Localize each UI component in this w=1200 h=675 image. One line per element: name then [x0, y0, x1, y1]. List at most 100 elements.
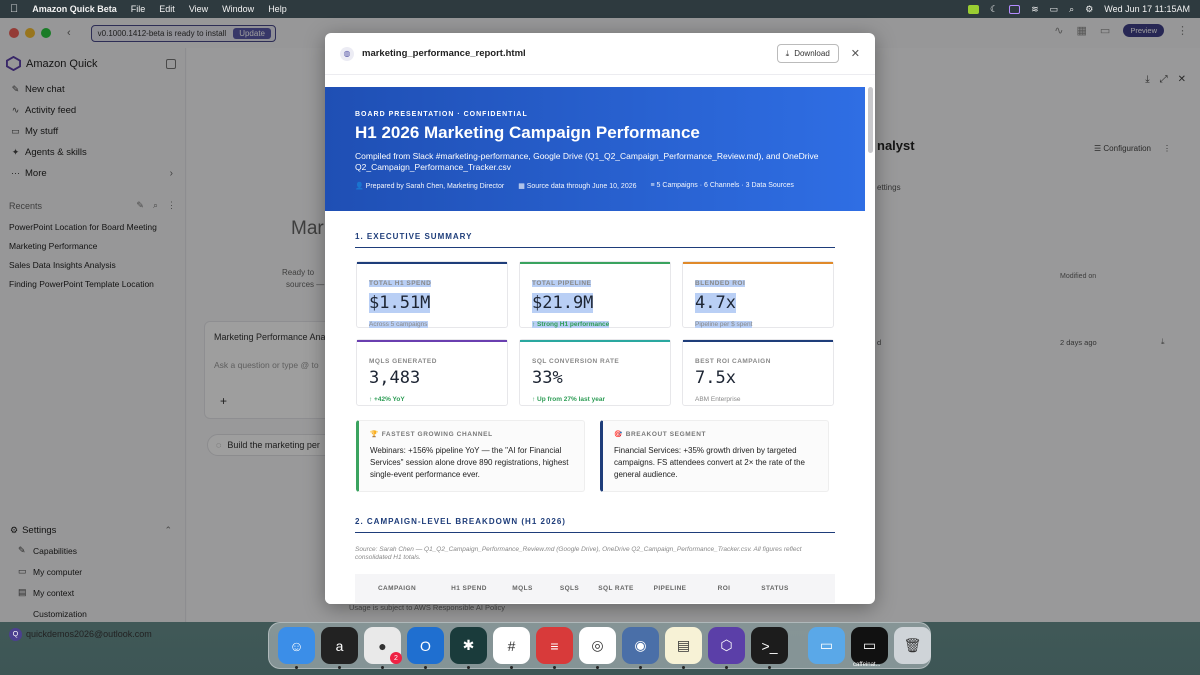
table-column-header[interactable]: STATUS: [747, 585, 803, 592]
dock-chrome-icon[interactable]: ● 2: [364, 627, 402, 669]
globe-icon: ◍: [340, 46, 354, 61]
meta-scope: ≡ 5 Campaigns · 6 Channels · 3 Data Sour…: [651, 182, 794, 190]
status-app-icon[interactable]: [968, 4, 979, 14]
download-label: Download: [794, 49, 830, 58]
insight-callout: 🏆 FASTEST GROWING CHANNEL Webinars: +156% …: [356, 420, 585, 492]
dock-chatgpt-icon[interactable]: ◎: [579, 627, 616, 669]
menu-file[interactable]: File: [131, 4, 146, 14]
table-column-header[interactable]: PIPELINE: [639, 585, 701, 592]
callout-title-text: FASTEST GROWING CHANNEL: [381, 431, 493, 438]
dock-trash-icon[interactable]: 🗑: [894, 627, 931, 664]
person-icon: 👤: [355, 183, 366, 190]
kpi-value: 3,483: [369, 368, 421, 388]
menu-view[interactable]: View: [189, 4, 208, 14]
kpi-subtext: ↑ Strong H1 performance: [532, 321, 610, 328]
dock-lasso-icon[interactable]: ≡: [536, 627, 573, 669]
apple-menu-icon[interactable]: : [10, 3, 18, 15]
menu-edit[interactable]: Edit: [159, 4, 175, 14]
table-column-header[interactable]: H1 SPEND: [439, 585, 499, 592]
table-column-header[interactable]: ROI: [701, 585, 747, 592]
running-indicator: [725, 666, 728, 669]
dock-outlook-icon[interactable]: O: [407, 627, 444, 669]
dock-glyph: #: [507, 637, 516, 654]
callout-emoji-icon: 🎯: [614, 431, 623, 438]
dock-amazon-icon[interactable]: a: [321, 627, 358, 669]
scrollbar[interactable]: [868, 87, 873, 153]
kpi-label: MQLS GENERATED: [369, 358, 437, 365]
menu-help[interactable]: Help: [268, 4, 287, 14]
account-email: quickdemos2026@outlook.com: [26, 629, 152, 639]
screen-mirror-icon[interactable]: [1009, 4, 1021, 14]
insight-callouts: 🏆 FASTEST GROWING CHANNEL Webinars: +156% …: [356, 420, 835, 492]
dock-glyph: ⬡: [720, 637, 733, 653]
report-meta: 👤 Prepared by Sarah Chen, Marketing Dire…: [355, 182, 835, 190]
section-title: 1. EXECUTIVE SUMMARY: [355, 232, 835, 248]
dock-notes-icon[interactable]: ▤: [665, 627, 702, 669]
dock-glyph: ▭: [862, 637, 877, 653]
kpi-accent-bar: [520, 262, 670, 264]
kpi-card: SQL CONVERSION RATE 33% ↑ Up from 27% last…: [519, 339, 671, 406]
dock-glyph: >_: [761, 637, 778, 654]
running-indicator: [381, 666, 384, 669]
dock-glyph: ≡: [550, 637, 559, 654]
dock-terminal-icon[interactable]: >_: [751, 627, 788, 669]
kpi-label: BLENDED ROI: [695, 280, 746, 287]
notification-badge: 2: [390, 652, 402, 664]
dock-slack-icon[interactable]: #: [493, 627, 530, 669]
callout-emoji-icon: 🏆: [370, 431, 379, 438]
clock[interactable]: Wed Jun 17 11:15AM: [1104, 4, 1190, 14]
dock-perplexity-icon[interactable]: ✱: [450, 627, 487, 669]
menu-window[interactable]: Window: [222, 4, 254, 14]
kpi-value: 33%: [532, 368, 563, 388]
kpi-grid: TOTAL H1 SPEND $1.51M Across 5 campaigns TO…: [356, 261, 835, 406]
search-icon[interactable]: ⌕: [1069, 4, 1074, 15]
table-column-header[interactable]: SQL RATE: [593, 585, 639, 593]
dock-glyph: 🗑: [903, 637, 922, 653]
kpi-accent-bar: [683, 262, 833, 264]
kpi-subtext: Across 5 campaigns: [369, 321, 428, 328]
dock-caffeinate-icon[interactable]: ▭ caffeinat...: [851, 627, 888, 668]
kpi-card: TOTAL H1 SPEND $1.51M Across 5 campaigns: [356, 261, 508, 328]
account-menu[interactable]: Qquickdemos2026@outlook.com: [0, 624, 186, 644]
dock-glyph: ●: [378, 637, 387, 654]
kpi-value: 7.5x: [695, 368, 736, 388]
calendar-icon: ▦: [518, 183, 527, 190]
menu-bar:  Amazon Quick Beta File Edit View Windo…: [0, 0, 1200, 18]
table-column-header[interactable]: MQLS: [499, 585, 546, 592]
kpi-subtext: Pipeline per $ spent: [695, 321, 753, 328]
dock-glyph: ▭: [819, 637, 834, 653]
report-preview[interactable]: BOARD PRESENTATION · CONFIDENTIAL H1 202…: [325, 87, 865, 604]
dock-glyph: O: [420, 637, 431, 654]
dock: ☺ a ● 2 O ✱ # ≡ ◎ ◉ ▤ ⬡ >_ ▭ ▭ caffeinat... 🗑: [268, 622, 931, 669]
kpi-card: BEST ROI CAMPAIGN 7.5x ABM Enterprise: [682, 339, 834, 406]
running-indicator: [338, 666, 341, 669]
callout-title-text: BREAKOUT SEGMENT: [625, 431, 707, 438]
kpi-accent-bar: [520, 340, 670, 342]
running-indicator: [553, 666, 556, 669]
modal-header: ◍ marketing_performance_report.html ⤓ Dow…: [325, 33, 875, 75]
wifi-icon[interactable]: ≋: [1031, 4, 1039, 15]
dock-glyph: ▤: [676, 637, 691, 653]
report-kicker: BOARD PRESENTATION · CONFIDENTIAL: [355, 111, 528, 118]
source-note: Source: Sarah Chen — Q1_Q2_Campaign_Perf…: [355, 546, 802, 561]
download-button[interactable]: ⤓ Download: [776, 44, 839, 63]
dark-mode-icon[interactable]: ☾: [990, 4, 998, 15]
menu-app-name[interactable]: Amazon Quick Beta: [32, 4, 117, 14]
kpi-value: 4.7x: [695, 293, 736, 313]
dock-finder-icon[interactable]: ☺: [278, 627, 315, 669]
insight-callout: 🎯 BREAKOUT SEGMENT Financial Services: +35…: [600, 420, 829, 492]
table-column-header[interactable]: CAMPAIGN: [355, 585, 439, 592]
table-column-header[interactable]: SQLS: [546, 585, 593, 592]
dock-automator-icon[interactable]: ◉: [622, 627, 659, 669]
kpi-value: $1.51M: [369, 293, 431, 313]
battery-icon[interactable]: ▭: [1050, 4, 1059, 15]
running-indicator: [639, 666, 642, 669]
control-center-icon[interactable]: ⚙: [1085, 4, 1093, 15]
dock-folder-icon[interactable]: ▭: [808, 627, 845, 664]
kpi-card: TOTAL PIPELINE $21.9M ↑ Strong H1 performa…: [519, 261, 671, 328]
close-icon[interactable]: ✕: [851, 47, 860, 60]
kpi-card: MQLS GENERATED 3,483 ↑ +42% YoY: [356, 339, 508, 406]
meta-scope-text: 5 Campaigns · 6 Channels · 3 Data Source…: [656, 182, 794, 189]
meta-date-text: Source data through June 10, 2026: [526, 183, 637, 190]
dock-quick-icon[interactable]: ⬡: [708, 627, 745, 669]
